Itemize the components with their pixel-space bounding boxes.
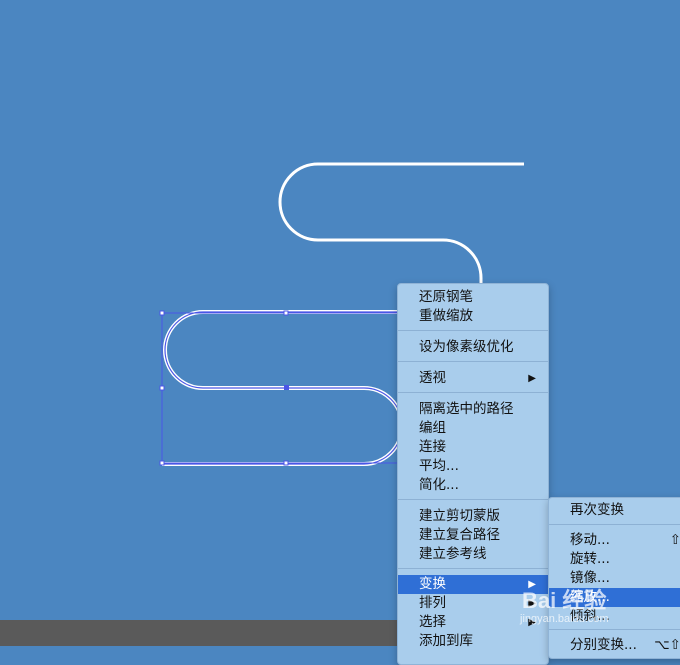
menu-item-transform[interactable]: 变换 ▶ bbox=[398, 575, 548, 594]
menu-item-label: 倾斜... bbox=[570, 608, 610, 624]
menu-separator bbox=[549, 524, 680, 525]
menu-item-redo-zoom[interactable]: 重做缩放 bbox=[398, 307, 548, 326]
submenu-item-shear[interactable]: 倾斜... bbox=[549, 607, 680, 626]
white-path-upper[interactable] bbox=[278, 162, 524, 284]
menu-item-label: 简化... bbox=[419, 477, 459, 493]
menu-separator bbox=[398, 499, 548, 500]
menu-separator bbox=[549, 629, 680, 630]
menu-separator bbox=[398, 392, 548, 393]
menu-item-label: 建立复合路径 bbox=[419, 527, 500, 543]
menu-item-label: 镜像... bbox=[570, 570, 610, 586]
menu-item-label: 旋转... bbox=[570, 551, 610, 567]
submenu-arrow-icon: ▶ bbox=[528, 598, 536, 609]
handle-bottom-middle bbox=[283, 460, 289, 466]
handle-bottom-left bbox=[159, 460, 165, 466]
submenu-arrow-icon: ▶ bbox=[528, 373, 536, 384]
menu-item-label: 分别变换... bbox=[570, 637, 637, 653]
menu-item-label: 设为像素级优化 bbox=[419, 339, 514, 355]
menu-item-label: 再次变换 bbox=[570, 502, 624, 518]
menu-item-simplify[interactable]: 简化... bbox=[398, 476, 548, 495]
context-menu: 还原钢笔 重做缩放 设为像素级优化 透视 ▶ 隔离选中的路径 编组 连接 平均..… bbox=[397, 283, 549, 665]
transform-submenu: 再次变换 移动... ⇧ 旋转... 镜像... 缩放... 倾斜... 分别变换… bbox=[548, 497, 680, 659]
menu-item-label: 缩放... bbox=[570, 589, 610, 605]
submenu-arrow-icon: ▶ bbox=[528, 617, 536, 628]
anchor-point-center[interactable] bbox=[284, 385, 289, 390]
menu-item-label: 建立剪切蒙版 bbox=[419, 508, 500, 524]
submenu-item-rotate[interactable]: 旋转... bbox=[549, 550, 680, 569]
menu-item-label: 选择 bbox=[419, 614, 446, 630]
handle-middle-left bbox=[159, 385, 165, 391]
menu-item-label: 移动... bbox=[570, 532, 610, 548]
menu-item-label: 添加到库 bbox=[419, 633, 473, 649]
menu-item-make-clipping-mask[interactable]: 建立剪切蒙版 bbox=[398, 507, 548, 526]
menu-item-label: 重做缩放 bbox=[419, 308, 473, 324]
menu-separator bbox=[398, 361, 548, 362]
menu-item-label: 排列 bbox=[419, 595, 446, 611]
submenu-item-transform-again[interactable]: 再次变换 bbox=[549, 501, 680, 520]
menu-item-average[interactable]: 平均... bbox=[398, 457, 548, 476]
submenu-arrow-icon: ▶ bbox=[528, 579, 536, 590]
submenu-item-scale[interactable]: 缩放... bbox=[549, 588, 680, 607]
menu-separator bbox=[398, 330, 548, 331]
menu-item-label: 隔离选中的路径 bbox=[419, 401, 514, 417]
menu-item-add-to-library[interactable]: 添加到库 bbox=[398, 632, 548, 651]
menu-item-join[interactable]: 连接 bbox=[398, 438, 548, 457]
menu-item-undo-pen[interactable]: 还原钢笔 bbox=[398, 288, 548, 307]
menu-separator bbox=[398, 568, 548, 569]
menu-item-group[interactable]: 编组 bbox=[398, 419, 548, 438]
shortcut-shift-icon: ⇧ bbox=[669, 532, 680, 548]
menu-item-pixel-optimize[interactable]: 设为像素级优化 bbox=[398, 338, 548, 357]
menu-item-perspective[interactable]: 透视 ▶ bbox=[398, 369, 548, 388]
menu-item-make-compound-path[interactable]: 建立复合路径 bbox=[398, 526, 548, 545]
menu-item-label: 平均... bbox=[419, 458, 459, 474]
submenu-item-move[interactable]: 移动... ⇧ bbox=[549, 531, 680, 550]
menu-item-make-guides[interactable]: 建立参考线 bbox=[398, 545, 548, 564]
menu-item-select[interactable]: 选择 ▶ bbox=[398, 613, 548, 632]
handle-top-left bbox=[159, 310, 165, 316]
menu-item-label: 编组 bbox=[419, 420, 446, 436]
selected-path-inner bbox=[162, 311, 403, 465]
handle-top-middle bbox=[283, 310, 289, 316]
menu-item-label: 连接 bbox=[419, 439, 446, 455]
menu-item-label: 建立参考线 bbox=[419, 546, 487, 562]
submenu-item-reflect[interactable]: 镜像... bbox=[549, 569, 680, 588]
menu-item-label: 变换 bbox=[419, 576, 446, 592]
menu-item-isolate-path[interactable]: 隔离选中的路径 bbox=[398, 400, 548, 419]
menu-item-arrange[interactable]: 排列 ▶ bbox=[398, 594, 548, 613]
menu-item-label: 透视 bbox=[419, 370, 446, 386]
menu-item-label: 还原钢笔 bbox=[419, 289, 473, 305]
